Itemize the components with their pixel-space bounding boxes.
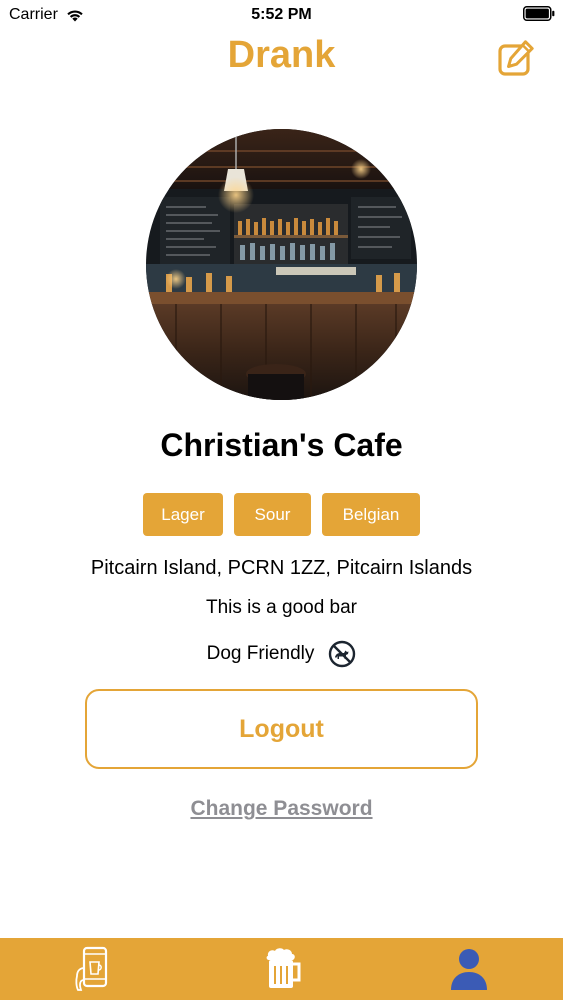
status-bar: Carrier 5:52 PM <box>0 0 563 30</box>
profile-screen: Carrier 5:52 PM Drank Christian's Cafe L… <box>0 0 563 1000</box>
change-password-link[interactable]: Change Password <box>0 797 563 821</box>
beer-mug-icon <box>266 948 300 988</box>
app-title: Drank <box>227 34 336 76</box>
user-profile-icon <box>451 949 488 990</box>
tab-bars[interactable] <box>188 938 376 1000</box>
battery-icon <box>523 6 555 21</box>
tag-belgian: Belgian <box>322 493 420 536</box>
tag-sour: Sour <box>234 493 311 536</box>
bar-address: Pitcairn Island, PCRN 1ZZ, Pitcairn Isla… <box>90 557 473 579</box>
beer-tags: Lager Sour Belgian <box>0 493 563 536</box>
edit-button[interactable] <box>498 40 534 76</box>
bar-interior-photo <box>146 129 417 400</box>
no-dogs-icon <box>329 640 356 668</box>
dog-friendly-row: Dog Friendly <box>0 640 563 668</box>
tab-checkin[interactable] <box>0 938 188 1000</box>
tab-profile[interactable] <box>375 938 563 1000</box>
bar-name: Christian's Cafe <box>160 427 403 463</box>
tab-bar <box>0 938 563 1000</box>
edit-icon <box>498 40 534 76</box>
logout-button[interactable]: Logout <box>85 689 478 769</box>
dog-friendly-label: Dog Friendly <box>206 643 315 664</box>
phone-beer-icon <box>75 946 107 991</box>
status-time: 5:52 PM <box>251 6 312 23</box>
bar-description: This is a good bar <box>205 597 358 618</box>
tag-lager: Lager <box>143 493 223 536</box>
